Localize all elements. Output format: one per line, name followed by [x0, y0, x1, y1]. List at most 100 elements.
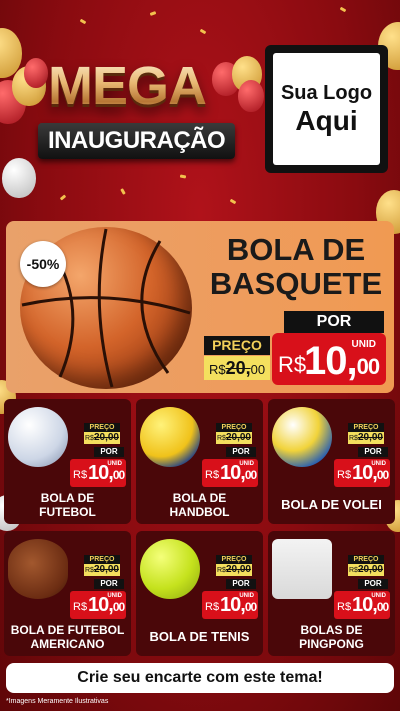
- cta-banner[interactable]: Crie seu encarte com este tema!: [6, 663, 394, 693]
- product-por-label: POR: [226, 579, 256, 589]
- product-preco-label: PREÇO: [216, 555, 252, 564]
- product-name: BOLA DE VOLEI: [268, 497, 395, 513]
- featured-preco-label: PREÇO: [204, 336, 270, 355]
- american-football-image: [8, 539, 68, 599]
- product-new-value: 10,00: [220, 462, 257, 485]
- logo-placeholder-inner: Sua Logo Aqui: [273, 53, 380, 165]
- product-old-price: R$20,00: [348, 432, 384, 444]
- product-new-value: 10,00: [352, 462, 389, 485]
- confetti-decoration: [79, 18, 87, 25]
- confetti-decoration: [120, 188, 126, 195]
- product-old-value: 20,00: [93, 564, 119, 575]
- headline-inauguracao: INAUGURAÇÃO: [38, 123, 236, 159]
- product-old-value: 20,00: [225, 564, 251, 575]
- product-new-currency: R$: [205, 469, 220, 481]
- featured-por-label: POR: [284, 311, 384, 333]
- featured-product-card[interactable]: -50% BOLA DE BASQUETE POR PREÇO R$20,00 …: [6, 221, 394, 393]
- product-new-integer: 10,: [88, 462, 114, 484]
- product-old-value: 20,00: [225, 432, 251, 443]
- soccer-ball-image: [8, 407, 68, 467]
- product-old-price: R$20,00: [348, 564, 384, 576]
- product-card[interactable]: PREÇO R$20,00 POR UNID R$ 10,00 BOLA DE …: [136, 399, 263, 524]
- featured-old-value: 20,: [225, 358, 251, 378]
- product-name: BOLAS DE PINGPONG: [268, 623, 395, 652]
- logo-line-1: Sua Logo: [280, 81, 373, 104]
- product-por-label: POR: [358, 579, 388, 589]
- product-name: BOLA DE HANDBOL: [136, 491, 263, 520]
- featured-new-price: UNID R$ 10,00: [272, 333, 386, 385]
- featured-new-integer: 10,: [304, 339, 358, 383]
- product-name-line-1: BOLA DE VOLEI: [281, 497, 382, 512]
- product-preco-label: PREÇO: [348, 555, 384, 564]
- product-new-price: UNID R$ 10,00: [334, 591, 390, 619]
- product-old-price: R$20,00: [84, 432, 120, 444]
- product-card[interactable]: PREÇO R$20,00 POR UNID R$ 10,00 BOLA DE …: [268, 399, 395, 524]
- product-name-line-2: FUTEBOL: [39, 505, 96, 520]
- product-card[interactable]: PREÇO R$20,00 POR UNID R$ 10,00 BOLAS DE…: [268, 531, 395, 656]
- product-preco-label: PREÇO: [84, 423, 120, 432]
- product-name: BOLA DE FUTEBOL AMERICANO: [4, 623, 131, 652]
- product-new-cents: 00: [376, 468, 389, 482]
- confetti-decoration: [59, 194, 67, 201]
- product-old-price: R$20,00: [216, 432, 252, 444]
- product-new-currency: R$: [205, 601, 220, 613]
- featured-new-value: 10,00: [304, 339, 381, 384]
- product-old-currency: R$: [85, 567, 94, 574]
- featured-title-line-2: BASQUETE: [209, 266, 383, 302]
- product-card[interactable]: PREÇO R$20,00 POR UNID R$ 10,00 BOLA DE …: [136, 531, 263, 656]
- product-new-price: UNID R$ 10,00: [70, 591, 126, 619]
- product-por-label: POR: [94, 579, 124, 589]
- product-name-line-2: AMERICANO: [30, 637, 105, 652]
- product-name-line-2: HANDBOL: [169, 505, 230, 520]
- featured-new-currency: R$: [278, 352, 307, 377]
- product-name-line-1: BOLA DE FUTEBOL: [10, 623, 125, 637]
- product-card[interactable]: PREÇO R$20,00 POR UNID R$ 10,00 BOLA DE …: [4, 531, 131, 656]
- featured-new-cents: 00: [356, 354, 381, 379]
- product-new-price: UNID R$ 10,00: [202, 459, 258, 487]
- product-new-integer: 10,: [88, 594, 114, 616]
- product-new-integer: 10,: [220, 594, 246, 616]
- product-card[interactable]: PREÇO R$20,00 POR UNID R$ 10,00 BOLA DE …: [4, 399, 131, 524]
- confetti-decoration: [339, 6, 347, 13]
- product-new-cents: 00: [244, 600, 257, 614]
- product-por-label: POR: [226, 447, 256, 457]
- product-new-cents: 00: [112, 468, 125, 482]
- product-old-currency: R$: [217, 435, 226, 442]
- product-new-currency: R$: [337, 469, 352, 481]
- confetti-decoration: [229, 198, 237, 205]
- product-name-line-1: BOLA DE: [172, 491, 227, 505]
- product-old-currency: R$: [85, 435, 94, 442]
- confetti-decoration: [199, 28, 207, 35]
- volleyball-image: [272, 407, 332, 467]
- disclaimer-text: *Imagens Meramente Ilustrativas: [6, 698, 109, 705]
- product-old-price: R$20,00: [216, 564, 252, 576]
- product-name: BOLA DE FUTEBOL: [4, 491, 131, 520]
- product-new-currency: R$: [337, 601, 352, 613]
- product-new-currency: R$: [73, 469, 88, 481]
- product-old-currency: R$: [217, 567, 226, 574]
- featured-old-currency: R$: [208, 362, 226, 377]
- logo-placeholder[interactable]: Sua Logo Aqui: [265, 45, 388, 173]
- product-name-line-2: PINGPONG: [299, 637, 364, 652]
- product-name: BOLA DE TENIS: [136, 629, 263, 645]
- product-new-cents: 00: [112, 600, 125, 614]
- product-por-label: POR: [358, 447, 388, 457]
- confetti-decoration: [149, 11, 157, 16]
- product-old-currency: R$: [349, 435, 358, 442]
- product-new-value: 10,00: [88, 462, 125, 485]
- product-new-value: 10,00: [352, 594, 389, 617]
- discount-badge: -50%: [20, 241, 66, 287]
- featured-product-title: BOLA DE BASQUETE: [201, 232, 391, 302]
- product-name-line-1: BOLA DE TENIS: [149, 629, 250, 644]
- product-new-integer: 10,: [352, 462, 378, 484]
- product-name-line-1: BOLAS DE: [300, 623, 363, 637]
- featured-title-line-1: BOLA DE: [226, 232, 366, 267]
- product-new-price: UNID R$ 10,00: [70, 459, 126, 487]
- product-new-value: 10,00: [88, 594, 125, 617]
- product-old-price: R$20,00: [84, 564, 120, 576]
- product-old-value: 20,00: [93, 432, 119, 443]
- handball-image: [140, 407, 200, 467]
- product-new-cents: 00: [244, 468, 257, 482]
- product-old-currency: R$: [349, 567, 358, 574]
- product-old-value: 20,00: [357, 564, 383, 575]
